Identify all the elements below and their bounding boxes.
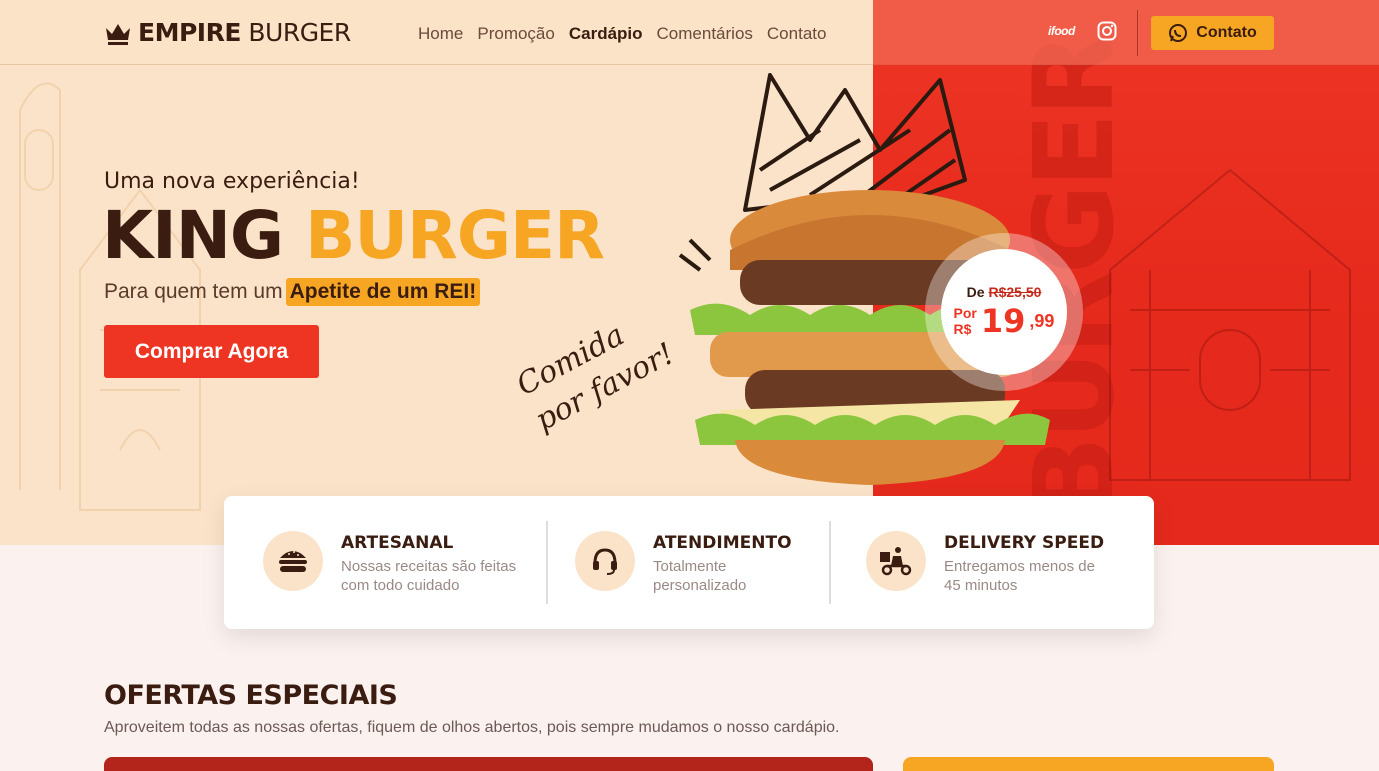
offers-title: OFERTAS ESPECIAIS <box>104 680 398 711</box>
hero-description: Para quem tem um Apetite de um REI! <box>104 278 481 306</box>
nav-contato[interactable]: Contato <box>767 24 827 44</box>
price-badge: De R$25,50 Por R$ 19,99 <box>925 233 1083 391</box>
nav-promocao[interactable]: Promoção <box>477 24 554 44</box>
main-nav: Home Promoção Cardápio Comentários Conta… <box>418 24 826 44</box>
feature-delivery: DELIVERY SPEED Entregamos menos de 45 mi… <box>866 531 1114 595</box>
feature-text: ATENDIMENTO Totalmente personalizado <box>653 531 792 595</box>
social-links: ifood <box>1048 21 1117 41</box>
crown-icon <box>106 23 130 45</box>
hero-subtitle: Uma nova experiência! <box>104 169 360 194</box>
whatsapp-icon <box>1169 24 1188 42</box>
price-por-label: Por <box>953 305 977 321</box>
header-red-overlay <box>873 0 1379 65</box>
hero-desc-highlight: Apetite de um REI! <box>285 278 481 306</box>
price-new: Por R$ 19,99 <box>954 302 1055 340</box>
hero-desc-prefix: Para quem tem um <box>104 280 283 303</box>
feature-desc: Totalmente personalizado <box>653 558 747 594</box>
feature-atendimento: ATENDIMENTO Totalmente personalizado <box>575 531 792 595</box>
nav-home[interactable]: Home <box>418 24 463 44</box>
feature-divider <box>829 521 831 604</box>
price-old-prefix: De <box>966 284 985 300</box>
price-old: De R$25,50 <box>967 284 1042 300</box>
feature-title: DELIVERY SPEED <box>944 533 1105 553</box>
feature-desc: Nossas receitas são feitas com todo cuid… <box>341 558 517 594</box>
castle-sketch-right <box>1109 168 1351 481</box>
burger-icon <box>279 551 307 572</box>
feature-text: DELIVERY SPEED Entregamos menos de 45 mi… <box>944 531 1114 595</box>
feature-desc: Entregamos menos de 45 minutos <box>944 558 1095 594</box>
brand-logo[interactable]: EMPIRE BURGER <box>104 18 351 47</box>
header-divider <box>1137 10 1138 56</box>
offers-description: Aproveitem todas as nossas ofertas, fiqu… <box>104 719 840 736</box>
price-new-value: 19 <box>980 302 1026 340</box>
delivery-icon <box>880 547 912 576</box>
offer-card-main[interactable] <box>104 757 873 771</box>
buy-now-button[interactable]: Comprar Agora <box>104 325 319 378</box>
feature-artesanal: ARTESANAL Nossas receitas são feitas com… <box>263 531 521 595</box>
feature-title: ATENDIMENTO <box>653 533 792 553</box>
contact-button-label: Contato <box>1196 24 1257 41</box>
feature-title: ARTESANAL <box>341 533 454 553</box>
hero-title: KING BURGER <box>102 196 605 276</box>
headset-icon <box>593 548 617 575</box>
price-old-value: R$25,50 <box>988 284 1042 300</box>
brand-name: EMPIRE BURGER <box>138 18 351 47</box>
contact-button[interactable]: Contato <box>1151 16 1274 50</box>
feature-icon-wrap <box>866 531 926 591</box>
price-badge-inner: De R$25,50 Por R$ 19,99 <box>941 249 1067 375</box>
feature-icon-wrap <box>575 531 635 591</box>
offer-card-side[interactable] <box>903 757 1274 771</box>
price-new-cents: ,99 <box>1029 310 1055 331</box>
price-currency: R$ <box>953 321 972 337</box>
hero-title-king: KING <box>102 197 306 274</box>
top-header: EMPIRE BURGER Home Promoção Cardápio Com… <box>0 0 1379 65</box>
nav-cardapio[interactable]: Cardápio <box>569 24 643 44</box>
hero-title-burger: BURGER <box>305 197 605 274</box>
features-card: ARTESANAL Nossas receitas são feitas com… <box>224 496 1154 629</box>
price-new-prefix: Por R$ <box>954 305 977 337</box>
feature-icon-wrap <box>263 531 323 591</box>
instagram-icon[interactable] <box>1097 21 1117 41</box>
nav-comentarios[interactable]: Comentários <box>657 24 753 44</box>
feature-divider <box>546 521 548 604</box>
feature-text: ARTESANAL Nossas receitas são feitas com… <box>341 531 521 595</box>
ifood-icon[interactable]: ifood <box>1048 24 1075 38</box>
